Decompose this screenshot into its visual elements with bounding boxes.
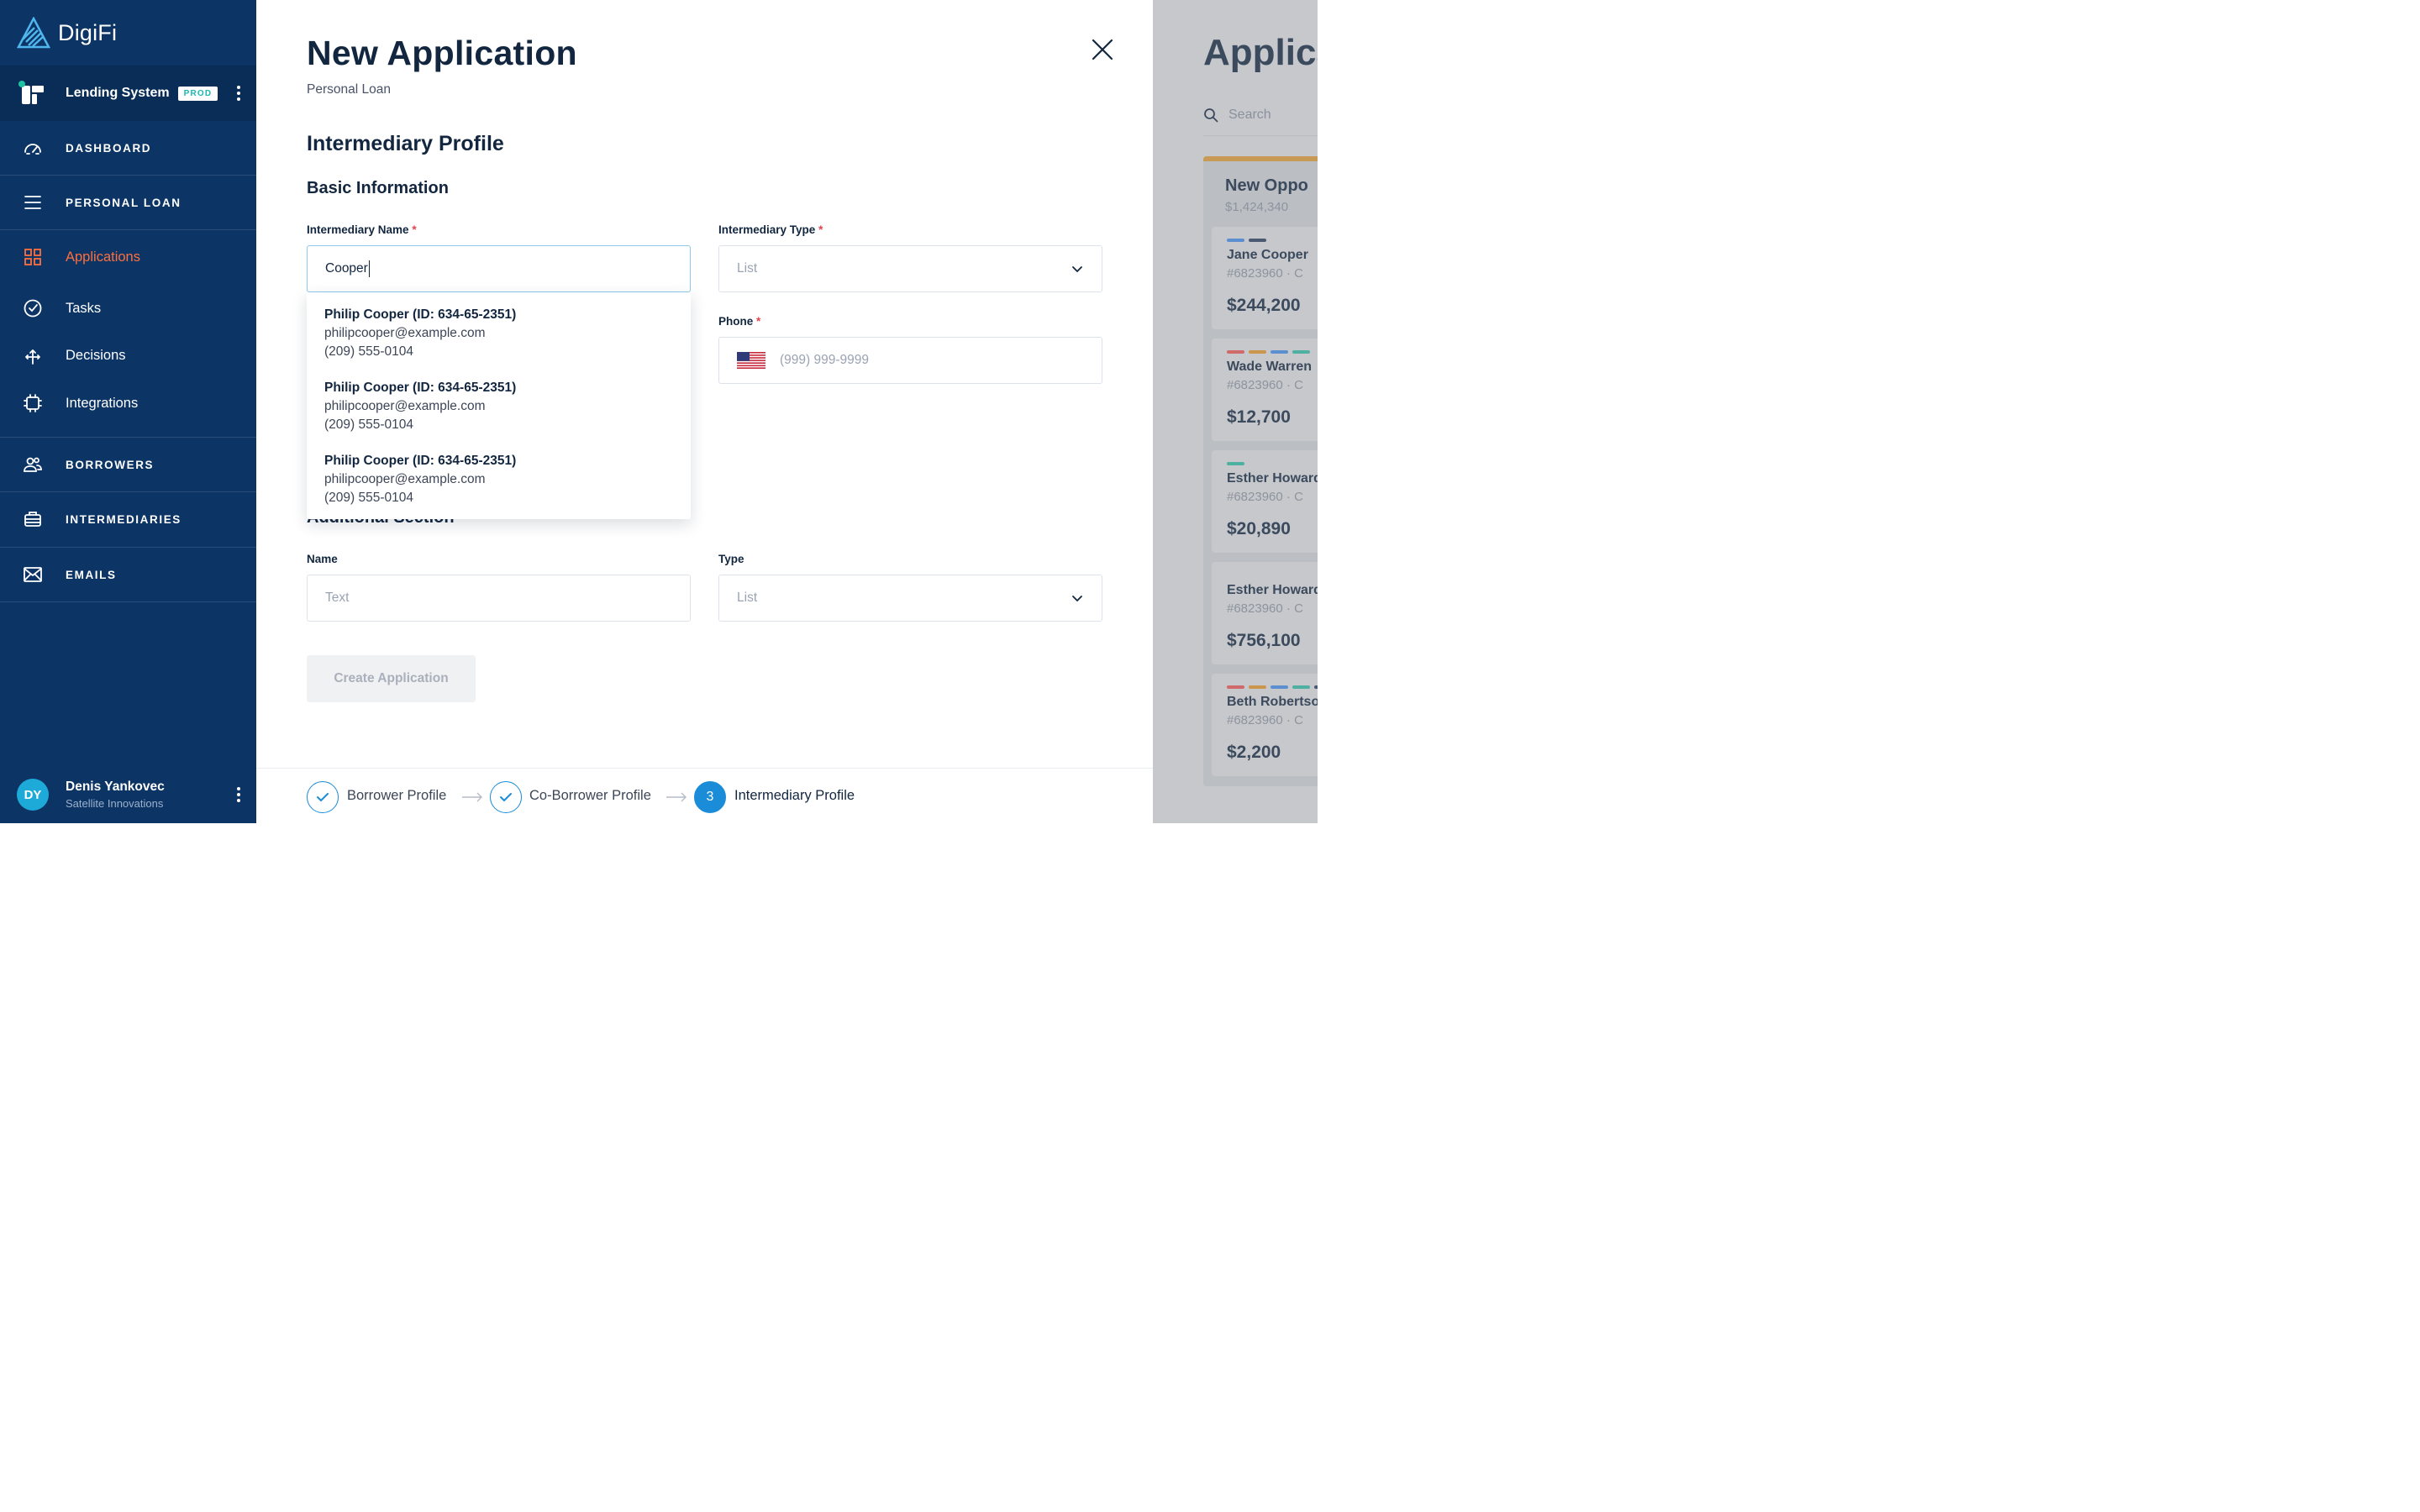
name-label: Name: [307, 553, 338, 565]
menu-lines-icon: [23, 192, 43, 213]
step-coborrower-done[interactable]: [490, 781, 522, 813]
system-switcher[interactable]: Lending System PROD: [0, 66, 256, 121]
page-subtitle: Personal Loan: [307, 82, 391, 97]
us-flag-icon[interactable]: [737, 352, 765, 369]
briefcase-icon: [23, 509, 43, 529]
nav-decisions[interactable]: Decisions: [0, 330, 256, 381]
phone-input[interactable]: (999) 999-9999: [718, 337, 1102, 384]
lending-system-icon: [18, 81, 44, 104]
nav-dashboard[interactable]: DASHBOARD: [0, 121, 256, 175]
nav-applications[interactable]: Applications: [0, 232, 256, 282]
background-board: Applica Search New Oppo $1,424,340 Jane …: [1153, 0, 1318, 823]
avatar: DY: [17, 779, 49, 811]
user-profile[interactable]: DY Denis Yankovec Satellite Innovations: [0, 766, 256, 823]
system-menu-icon[interactable]: [234, 86, 243, 101]
step-label: Co-Borrower Profile: [529, 788, 651, 803]
suggestion-option[interactable]: Philip Cooper (ID: 634-65-2351) philipco…: [307, 306, 691, 379]
type-select[interactable]: List: [718, 575, 1102, 622]
nav-emails[interactable]: EMAILS: [0, 548, 256, 601]
speedometer-icon: [23, 138, 43, 158]
new-application-panel: New Application Personal Loan Intermedia…: [256, 0, 1153, 823]
decision-arrows-icon: [23, 345, 43, 365]
arrow-right-icon: [666, 792, 687, 802]
suggestion-option[interactable]: Philip Cooper (ID: 634-65-2351) philipco…: [307, 379, 691, 452]
board-card: Esther Howard #6823960 · C $756,100: [1212, 562, 1318, 664]
board-card: Esther Howard #6823960 · C $20,890: [1212, 450, 1318, 553]
close-icon[interactable]: [1091, 38, 1114, 61]
name-input[interactable]: Text: [307, 575, 691, 622]
board-card: Jane Cooper #6823960 · C $244,200: [1212, 227, 1318, 329]
intermediary-name-label: Intermediary Name *: [307, 223, 417, 236]
system-name: Lending System: [66, 86, 170, 100]
nav-intermediaries[interactable]: INTERMEDIARIES: [0, 492, 256, 546]
subsection-title: Basic Information: [307, 179, 449, 197]
page-title: New Application: [307, 34, 577, 72]
chevron-down-icon: [1072, 266, 1082, 273]
env-badge: PROD: [177, 86, 218, 101]
step-intermediary-current[interactable]: 3: [694, 781, 726, 813]
type-label: Type: [718, 553, 744, 565]
intermediary-name-input[interactable]: Cooper: [307, 245, 691, 292]
suggestion-option[interactable]: Philip Cooper (ID: 634-65-2351) philipco…: [307, 452, 691, 525]
chip-icon: [23, 393, 43, 413]
board-column: New Oppo $1,424,340 Jane Cooper #6823960…: [1203, 156, 1318, 786]
nav-personal-loan[interactable]: PERSONAL LOAN: [0, 176, 256, 229]
board-card: Beth Robertson #6823960 · C $2,200: [1212, 674, 1318, 776]
intermediary-type-select[interactable]: List: [718, 245, 1102, 292]
step-borrower-done[interactable]: [307, 781, 339, 813]
search-icon: [1204, 108, 1218, 122]
nav-integrations[interactable]: Integrations: [0, 378, 256, 428]
envelope-icon: [23, 564, 43, 585]
check-circle-icon: [23, 298, 43, 318]
brand[interactable]: DigiFi: [0, 0, 256, 66]
grid-icon: [23, 247, 43, 267]
chevron-down-icon: [1072, 596, 1082, 602]
brand-name: DigiFi: [58, 19, 118, 45]
users-icon: [23, 454, 43, 475]
nav-borrowers[interactable]: BORROWERS: [0, 438, 256, 491]
stepper: Borrower Profile Co-Borrower Profile 3 I…: [256, 768, 1153, 823]
section-title: Intermediary Profile: [307, 132, 504, 155]
step-label: Borrower Profile: [347, 788, 447, 803]
check-icon: [500, 793, 512, 802]
nav-tasks[interactable]: Tasks: [0, 283, 256, 333]
board-title: Applica: [1203, 32, 1318, 73]
intermediary-type-label: Intermediary Type *: [718, 223, 823, 236]
board-card: Wade Warren #6823960 · C $12,700: [1212, 339, 1318, 441]
text-caret: [368, 260, 371, 277]
step-label: Intermediary Profile: [734, 788, 855, 803]
check-icon: [317, 793, 329, 802]
digifi-logo-icon: [17, 17, 50, 49]
user-name: Denis Yankovec: [66, 780, 165, 794]
create-application-button[interactable]: Create Application: [307, 655, 476, 702]
sidebar: DigiFi Lending System PROD DASHBOARD PER…: [0, 0, 256, 823]
arrow-right-icon: [462, 792, 482, 802]
user-menu-icon[interactable]: [234, 787, 243, 802]
phone-label: Phone *: [718, 315, 761, 328]
intermediary-suggestions-dropdown: Philip Cooper (ID: 634-65-2351) philipco…: [307, 292, 691, 519]
user-org: Satellite Innovations: [66, 797, 164, 810]
board-search: Search: [1203, 94, 1318, 136]
